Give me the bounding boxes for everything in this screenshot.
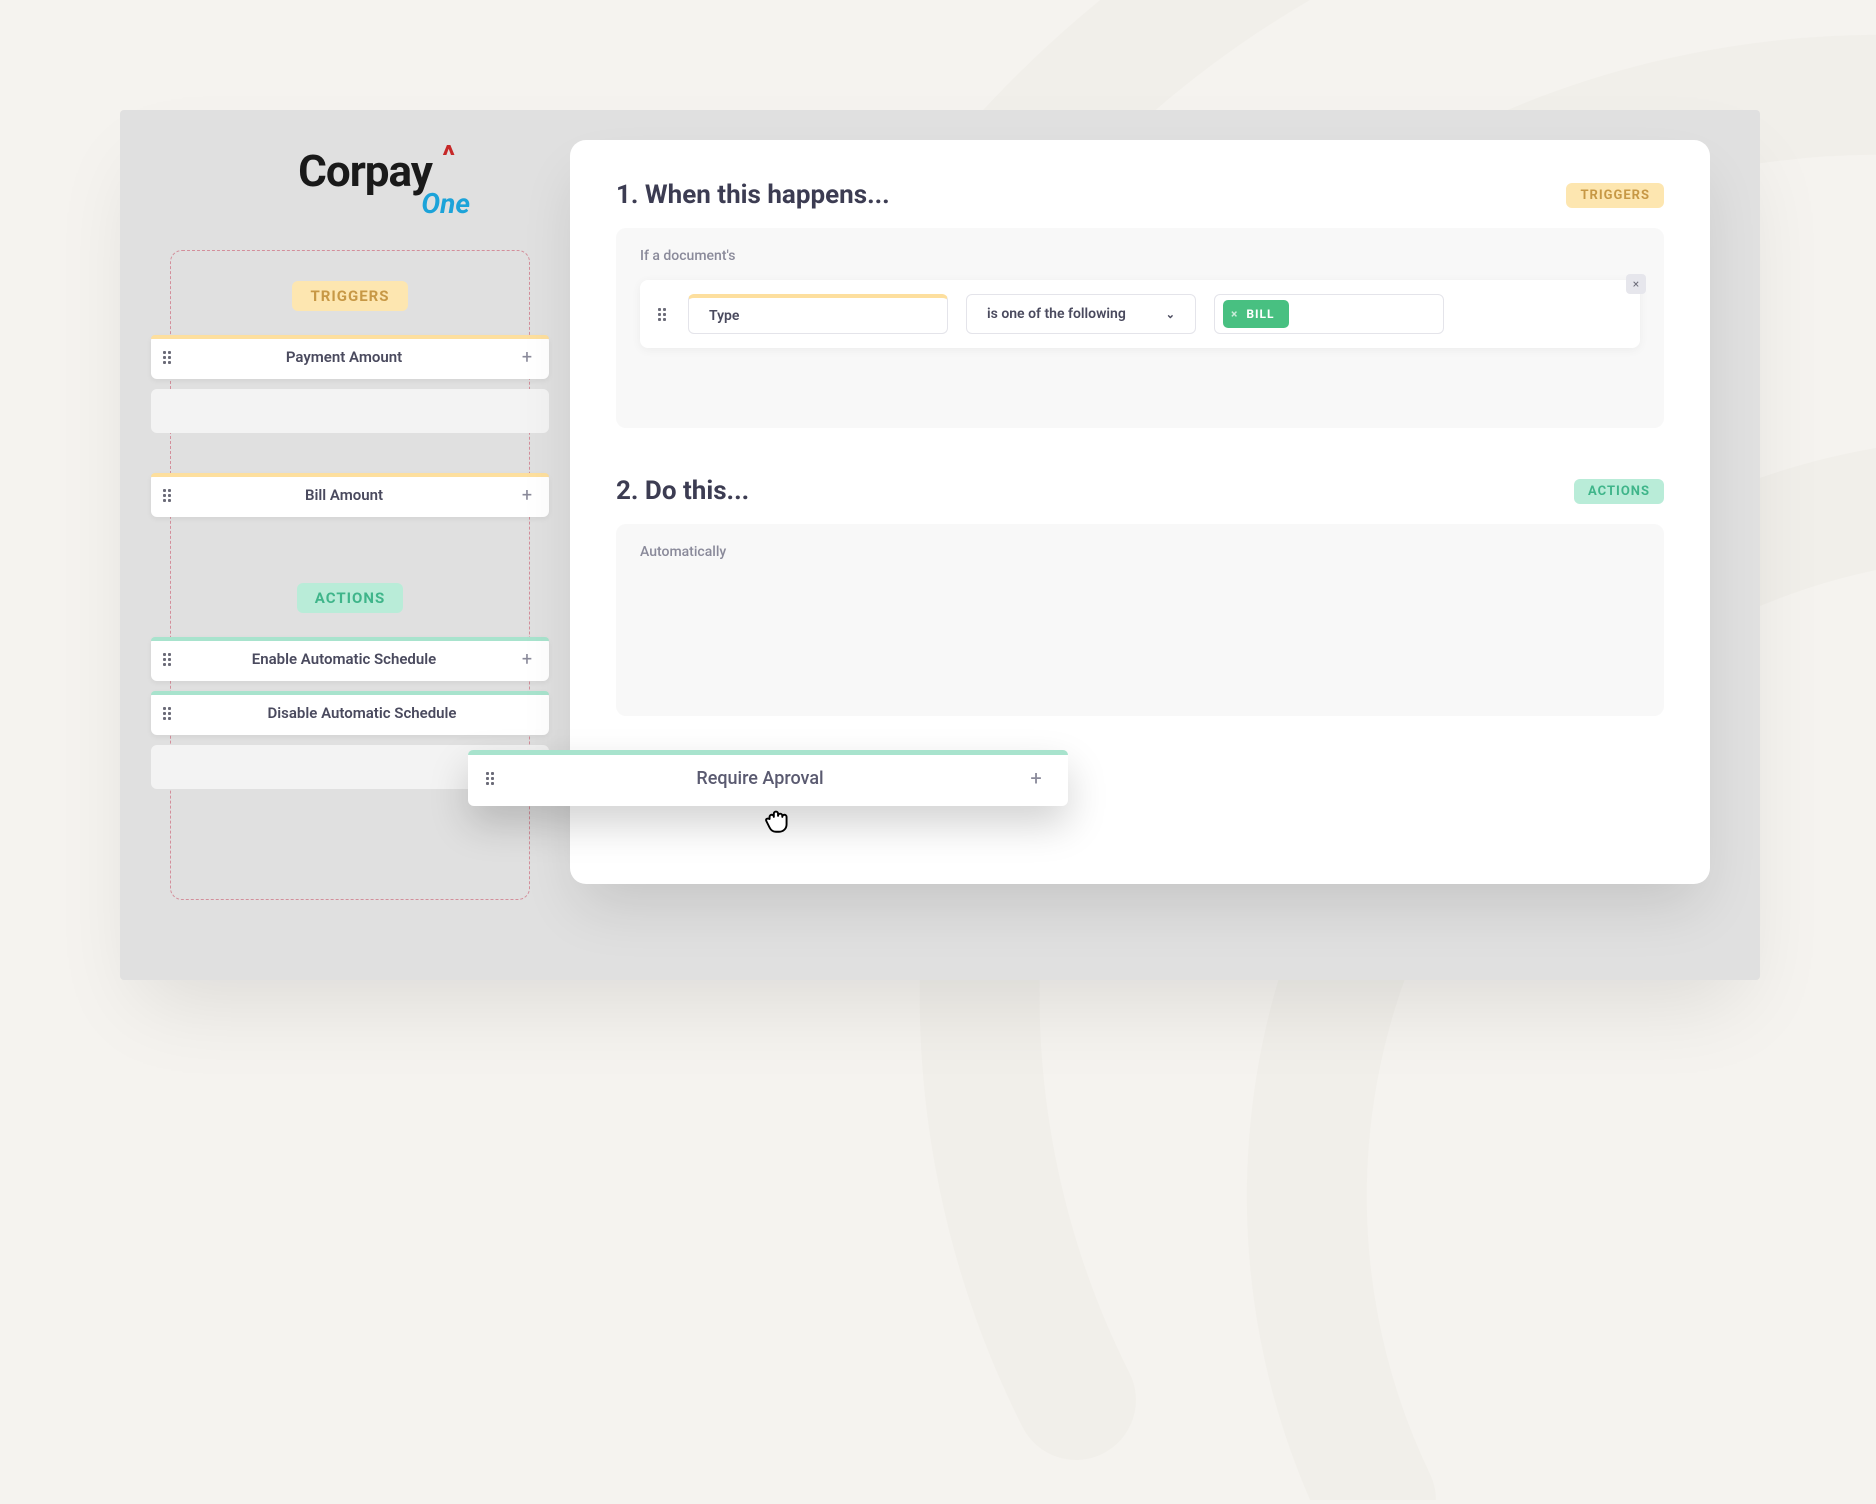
add-icon[interactable]: + (1022, 766, 1050, 790)
condition-value-text: BILL (1246, 307, 1274, 321)
card-label: Require Aproval (498, 768, 1022, 789)
logo: Corpay ^ One (160, 145, 530, 220)
drag-handle-icon[interactable] (486, 772, 498, 785)
condition-field-select[interactable]: Type (688, 294, 948, 334)
sidebar-actions-pill: ACTIONS (297, 583, 403, 613)
section-2-badge: ACTIONS (1574, 479, 1664, 504)
remove-chip-icon[interactable]: × (1231, 307, 1238, 321)
card-accent (151, 473, 549, 477)
app-stage: Corpay ^ One TRIGGERS Payment Amount + B… (120, 110, 1760, 980)
card-label: Payment Amount (175, 348, 513, 366)
remove-condition-button[interactable]: × (1626, 274, 1646, 294)
section-1-header: 1. When this happens... TRIGGERS (616, 180, 1664, 210)
card-accent (151, 691, 549, 695)
add-icon[interactable]: + (513, 649, 541, 670)
logo-main: Corpay ^ (298, 145, 432, 197)
card-label: Disable Automatic Schedule (175, 704, 549, 722)
condition-value-input[interactable]: × BILL (1214, 294, 1444, 334)
section-1-title: 1. When this happens... (616, 180, 890, 210)
drag-handle-icon[interactable] (163, 653, 175, 666)
chevron-down-icon: ⌄ (1166, 308, 1175, 321)
card-accent (151, 335, 549, 339)
drag-handle-icon[interactable] (163, 351, 175, 364)
section-1-badge: TRIGGERS (1566, 183, 1664, 208)
trigger-placeholder-slot (151, 389, 549, 433)
section-2-body[interactable]: Automatically (616, 524, 1664, 716)
dragging-card-require-approval[interactable]: Require Aproval + (468, 750, 1068, 806)
drag-handle-icon[interactable] (658, 308, 670, 321)
drag-handle-icon[interactable] (163, 489, 175, 502)
section-2-hint: Automatically (640, 544, 1640, 560)
action-card-disable-automatic-schedule[interactable]: Disable Automatic Schedule (151, 691, 549, 735)
add-icon[interactable]: + (513, 485, 541, 506)
sidebar-triggers-pill: TRIGGERS (292, 281, 407, 311)
add-icon[interactable]: + (513, 347, 541, 368)
action-card-enable-automatic-schedule[interactable]: Enable Automatic Schedule + (151, 637, 549, 681)
condition-operator-select[interactable]: is one of the following ⌄ (966, 294, 1196, 334)
card-label: Bill Amount (175, 486, 513, 504)
drag-handle-icon[interactable] (163, 707, 175, 720)
logo-caret-icon: ^ (442, 139, 454, 172)
card-label: Enable Automatic Schedule (175, 650, 513, 668)
card-accent (151, 637, 549, 641)
section-1-body: If a document's Type is one of the follo… (616, 228, 1664, 428)
logo-main-text: Corpay (298, 145, 432, 197)
condition-value-chip[interactable]: × BILL (1223, 300, 1289, 328)
close-icon: × (1633, 277, 1639, 291)
trigger-card-payment-amount[interactable]: Payment Amount + (151, 335, 549, 379)
condition-row[interactable]: Type is one of the following ⌄ × BILL × (640, 280, 1640, 348)
trigger-card-bill-amount[interactable]: Bill Amount + (151, 473, 549, 517)
section-1-hint: If a document's (640, 248, 1640, 264)
condition-field-label: Type (709, 308, 739, 324)
condition-operator-label: is one of the following (987, 306, 1126, 322)
card-accent (468, 750, 1068, 755)
grab-cursor-icon (760, 802, 794, 840)
section-2-title: 2. Do this... (616, 476, 749, 506)
section-2-header: 2. Do this... ACTIONS (616, 476, 1664, 506)
